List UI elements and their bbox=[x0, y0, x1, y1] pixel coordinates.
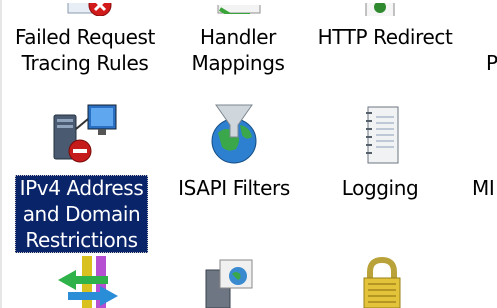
ipv4-restrictions-icon[interactable] bbox=[50, 103, 120, 167]
isapi-filters-icon[interactable] bbox=[206, 103, 262, 167]
server-globe-icon[interactable] bbox=[202, 258, 266, 308]
feature-label-partial-right-1[interactable]: P bbox=[486, 50, 497, 76]
lock-icon[interactable] bbox=[358, 256, 406, 308]
feature-label-partial-right-2[interactable]: MI bbox=[472, 175, 497, 201]
feature-label-ipv4-restrictions[interactable]: IPv4 Address and Domain Restrictions bbox=[15, 175, 148, 253]
handler-mappings-icon[interactable] bbox=[210, 0, 270, 14]
feature-label-http-redirect[interactable]: HTTP Redirect bbox=[310, 24, 460, 50]
feature-label-handler-mappings[interactable]: Handler Mappings bbox=[178, 24, 298, 76]
feature-label-failed-request[interactable]: Failed Request Tracing Rules bbox=[12, 24, 158, 76]
logging-icon[interactable] bbox=[362, 103, 404, 167]
failed-request-icon[interactable] bbox=[62, 0, 122, 16]
arrows-icon[interactable] bbox=[52, 256, 122, 308]
feature-label-logging[interactable]: Logging bbox=[330, 175, 430, 201]
http-redirect-icon[interactable] bbox=[360, 0, 400, 16]
pane-border bbox=[0, 0, 2, 308]
feature-label-isapi-filters[interactable]: ISAPI Filters bbox=[164, 175, 304, 201]
